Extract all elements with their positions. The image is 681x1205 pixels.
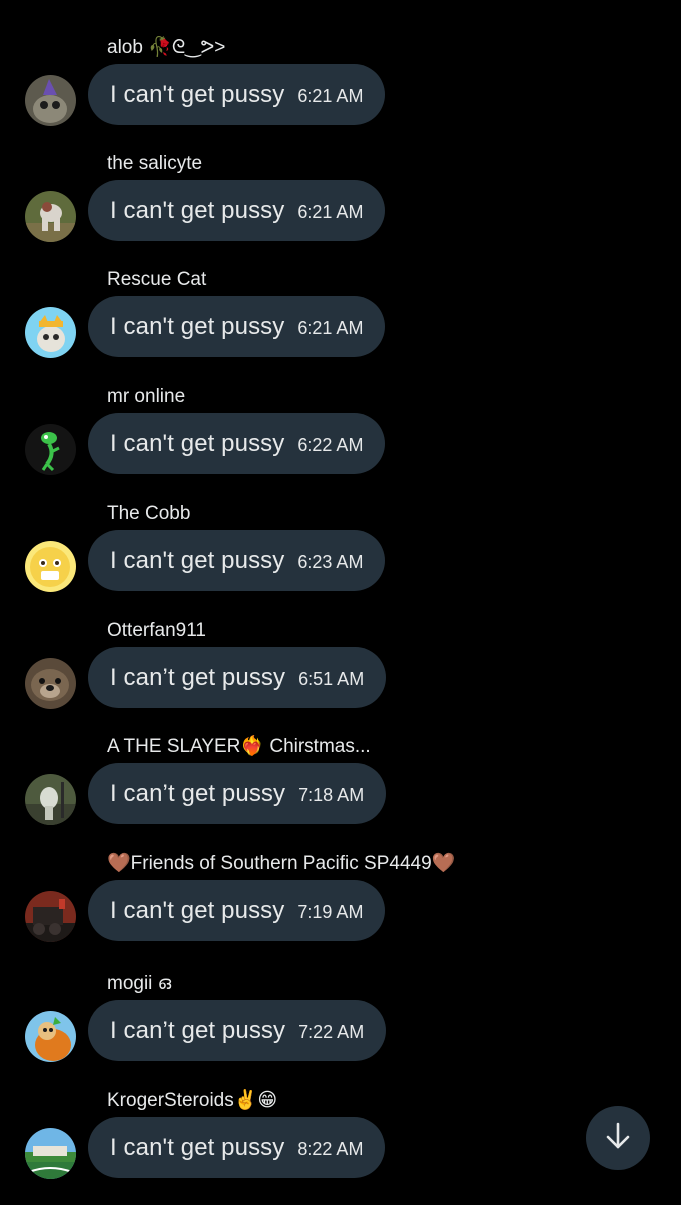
message-bubble[interactable]: I can't get pussy 7:19 AM	[88, 880, 386, 941]
avatar[interactable]	[25, 75, 76, 126]
avatar[interactable]	[25, 424, 76, 475]
message-time: 7:19 AM	[297, 902, 364, 922]
message-group: The Cobb I can't get pussy 6:23 AM	[0, 502, 681, 618]
message-bubble[interactable]: I can’t get pussy 7:18 AM	[88, 763, 387, 824]
avatar[interactable]	[25, 658, 76, 709]
sender-name[interactable]: Otterfan911	[107, 619, 206, 643]
message-group: Rescue Cat I can't get pussy 6:21 AM	[0, 268, 681, 384]
message-time: 6:21 AM	[297, 86, 364, 106]
message-time: 6:51 AM	[298, 669, 365, 689]
message-group: mogii ഒ I can’t get pussy 7:22 AM	[0, 972, 681, 1088]
avatar[interactable]	[25, 541, 76, 592]
message-bubble[interactable]: I can't get pussy 8:22 AM	[88, 1117, 386, 1178]
sender-name[interactable]: 🤎Friends of Southern Pacific SP4449🤎	[107, 852, 455, 876]
message-bubble[interactable]: I can't get pussy 6:21 AM	[88, 64, 386, 125]
avatar[interactable]	[25, 307, 76, 358]
message-text: I can't get pussy	[110, 312, 285, 340]
message-bubble[interactable]: I can't get pussy 6:23 AM	[88, 530, 386, 591]
avatar[interactable]	[25, 774, 76, 825]
message-text: I can't get pussy	[110, 546, 285, 574]
message-text: I can't get pussy	[110, 196, 285, 224]
message-time: 8:22 AM	[297, 1139, 364, 1159]
avatar[interactable]	[25, 1128, 76, 1179]
message-text: I can't get pussy	[110, 80, 285, 108]
message-text: I can't get pussy	[110, 896, 285, 924]
message-group: A THE SLAYER❤️‍🔥 Chirstmas... I can’t ge…	[0, 735, 681, 851]
sender-name[interactable]: the salicyte	[107, 152, 202, 176]
message-text: I can’t get pussy	[110, 1016, 286, 1044]
message-time: 6:23 AM	[297, 552, 364, 572]
message-bubble[interactable]: I can’t get pussy 7:22 AM	[88, 1000, 387, 1061]
message-text: I can't get pussy	[110, 1133, 285, 1161]
message-bubble[interactable]: I can't get pussy 6:21 AM	[88, 296, 386, 357]
message-group: Otterfan911 I can’t get pussy 6:51 AM	[0, 619, 681, 735]
message-bubble[interactable]: I can't get pussy 6:21 AM	[88, 180, 386, 241]
message-bubble[interactable]: I can't get pussy 6:22 AM	[88, 413, 386, 474]
message-text: I can't get pussy	[110, 429, 285, 457]
message-text: I can’t get pussy	[110, 663, 286, 691]
message-group: alob 🥀ᘓ‿ᕗ> I can't get pussy 6:21 AM	[0, 36, 681, 152]
sender-name[interactable]: alob 🥀ᘓ‿ᕗ>	[107, 36, 225, 60]
message-time: 6:22 AM	[297, 435, 364, 455]
message-time: 6:21 AM	[297, 202, 364, 222]
arrow-down-icon	[603, 1121, 633, 1156]
avatar[interactable]	[25, 891, 76, 942]
avatar[interactable]	[25, 191, 76, 242]
sender-name[interactable]: Rescue Cat	[107, 268, 206, 292]
message-group: mr online I can't get pussy 6:22 AM	[0, 385, 681, 501]
sender-name[interactable]: KrogerSteroids✌️😁	[107, 1089, 277, 1113]
sender-name[interactable]: A THE SLAYER❤️‍🔥 Chirstmas...	[107, 735, 371, 759]
message-group: the salicyte I can't get pussy 6:21 AM	[0, 152, 681, 268]
sender-name[interactable]: mogii ഒ	[107, 972, 171, 996]
message-group: 🤎Friends of Southern Pacific SP4449🤎 I c…	[0, 852, 681, 968]
message-time: 7:18 AM	[298, 785, 365, 805]
sender-name[interactable]: mr online	[107, 385, 185, 409]
avatar[interactable]	[25, 1011, 76, 1062]
message-time: 7:22 AM	[298, 1022, 365, 1042]
message-bubble[interactable]: I can’t get pussy 6:51 AM	[88, 647, 387, 708]
message-text: I can’t get pussy	[110, 779, 286, 807]
message-time: 6:21 AM	[297, 318, 364, 338]
message-group: KrogerSteroids✌️😁 I can't get pussy 8:22…	[0, 1089, 681, 1205]
scroll-to-bottom-button[interactable]	[586, 1106, 650, 1170]
sender-name[interactable]: The Cobb	[107, 502, 190, 526]
